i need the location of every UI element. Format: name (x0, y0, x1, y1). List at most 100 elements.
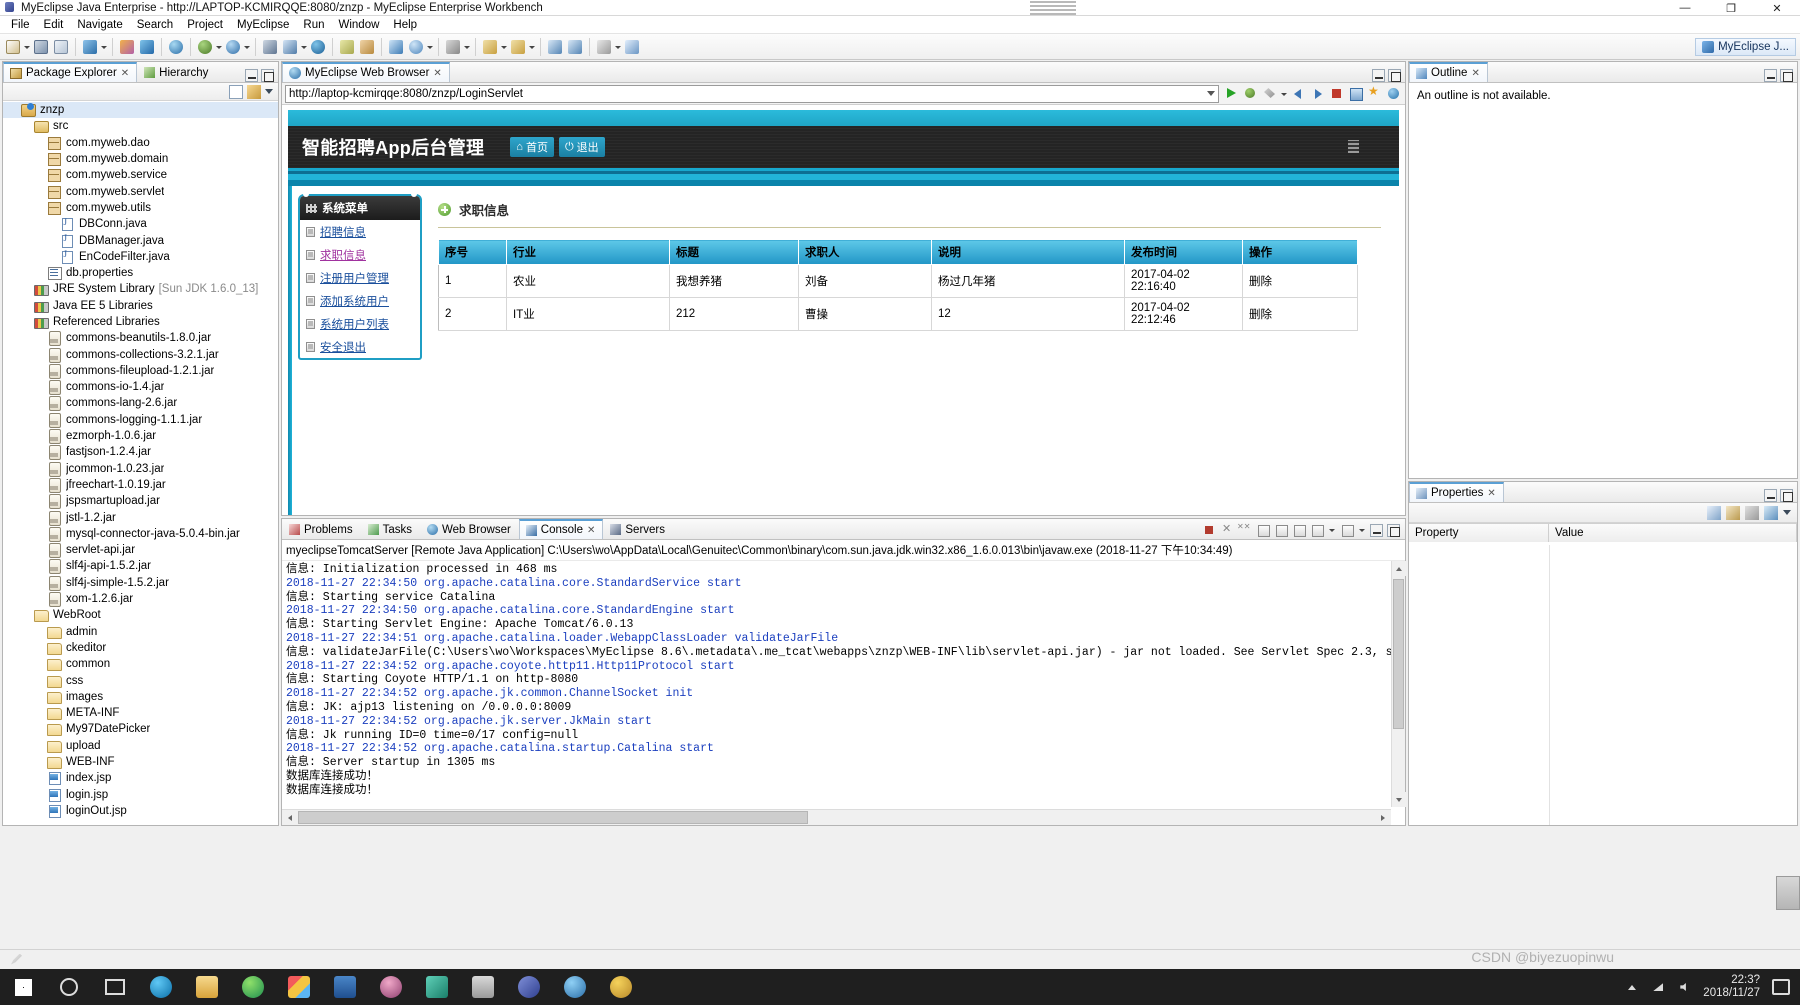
maximize-view-button[interactable] (1780, 69, 1793, 82)
new-dropdown-icon[interactable] (23, 38, 31, 56)
taskbar-app-media[interactable] (368, 969, 414, 1005)
new-wizard-icon[interactable] (81, 38, 99, 56)
back-icon[interactable] (1290, 85, 1307, 102)
sidebar-menu-link[interactable]: 添加系统用户 (320, 293, 389, 309)
tree-item[interactable]: src (3, 118, 278, 134)
snapshot-dropdown-icon[interactable] (463, 38, 471, 56)
minimize-view-button[interactable] (1764, 69, 1777, 82)
run-icon[interactable] (224, 38, 242, 56)
scroll-left-icon[interactable] (282, 810, 297, 826)
sidebar-menu-item[interactable]: 安全退出 (300, 335, 420, 358)
tree-item[interactable]: login.jsp (3, 786, 278, 802)
minimize-button[interactable]: — (1662, 0, 1708, 16)
chevron-down-icon[interactable] (1280, 85, 1288, 103)
tree-item[interactable]: xom-1.2.6.jar (3, 591, 278, 608)
tree-item[interactable]: admin (3, 624, 278, 640)
sidebar-menu-item[interactable]: 招聘信息 (300, 220, 420, 243)
taskbar-app-tool[interactable] (414, 969, 460, 1005)
cortana-search-button[interactable] (46, 969, 92, 1005)
tree-item[interactable]: index.jsp (3, 770, 278, 786)
close-icon[interactable]: ✕ (121, 68, 129, 79)
forward-nav-dropdown-icon[interactable] (528, 38, 536, 56)
tab-console[interactable]: Console ✕ (518, 519, 604, 539)
sidebar-menu-link[interactable]: 招聘信息 (320, 224, 366, 240)
prev-edit-icon[interactable] (546, 38, 564, 56)
tree-item[interactable]: com.myweb.utils (3, 200, 278, 216)
task-view-button[interactable] (92, 969, 138, 1005)
tree-item[interactable]: znzp (3, 102, 278, 119)
scroll-down-icon[interactable] (1392, 792, 1406, 807)
bookmark-icon[interactable] (1366, 84, 1383, 102)
sidebar-menu-link[interactable]: 求职信息 (320, 247, 366, 263)
tree-item[interactable]: com.myweb.dao (3, 135, 278, 151)
tab-myeclipse-web-browser[interactable]: MyEclipse Web Browser ✕ (282, 62, 450, 82)
tree-item[interactable]: Referenced Libraries (3, 314, 278, 330)
start-button[interactable] (0, 969, 46, 1005)
tree-item[interactable]: upload (3, 738, 278, 754)
table-cell-action[interactable]: 删除 (1242, 264, 1358, 298)
settings-icon[interactable] (1385, 85, 1402, 102)
menu-window[interactable]: Window (332, 18, 387, 32)
chevron-down-icon[interactable] (1358, 521, 1366, 539)
console-horizontal-scrollbar[interactable] (282, 809, 1391, 825)
new-icon[interactable] (4, 38, 22, 56)
table-cell-action[interactable]: 删除 (1242, 297, 1358, 331)
taskbar-app-word[interactable] (322, 969, 368, 1005)
show-categories-icon[interactable] (1707, 505, 1721, 520)
taskbar-app-eclipse[interactable] (506, 969, 552, 1005)
notifications-icon[interactable] (1772, 979, 1790, 995)
forward-icon[interactable] (1309, 85, 1326, 102)
perspective-switch-button[interactable]: MyEclipse J... (1695, 37, 1796, 56)
tree-item[interactable]: jfreechart-1.0.19.jar (3, 477, 278, 493)
sidebar-menu-item[interactable]: 添加系统用户 (300, 289, 420, 312)
hamburger-icon[interactable] (1348, 140, 1359, 153)
view-menu-icon[interactable] (265, 89, 273, 94)
menu-help[interactable]: Help (386, 18, 424, 32)
next-annotation-icon[interactable] (338, 38, 356, 56)
save-icon[interactable] (32, 38, 50, 56)
snapshot-icon[interactable] (444, 38, 462, 56)
next-edit-icon[interactable] (566, 38, 584, 56)
tree-item[interactable]: JRE System Library [Sun JDK 1.6.0_13] (3, 281, 278, 297)
debug-icon[interactable] (196, 38, 214, 56)
close-button[interactable]: ✕ (1754, 0, 1800, 16)
misc-icon[interactable] (623, 38, 641, 56)
new-wizard-dropdown-icon[interactable] (100, 38, 108, 56)
display-selected-console-icon[interactable] (1310, 523, 1324, 537)
tree-item[interactable]: commons-collections-3.2.1.jar (3, 346, 278, 363)
menu-edit[interactable]: Edit (37, 18, 71, 32)
tree-item[interactable]: jspsmartupload.jar (3, 493, 278, 510)
terminate-icon[interactable] (1202, 523, 1216, 537)
undeploy-icon[interactable] (138, 38, 156, 56)
tree-item[interactable]: META-INF (3, 705, 278, 721)
tab-tasks[interactable]: Tasks (361, 519, 420, 539)
close-icon[interactable]: ✕ (587, 525, 595, 536)
chevron-down-icon[interactable] (1328, 521, 1336, 539)
clock[interactable]: 22:3? 2018/11/27 (1703, 974, 1760, 1000)
tree-item[interactable]: loginOut.jsp (3, 803, 278, 819)
taskbar-app-store[interactable] (276, 969, 322, 1005)
tree-item[interactable]: Java EE 5 Libraries (3, 298, 278, 314)
minimize-view-button[interactable] (1370, 523, 1383, 537)
tree-item[interactable]: db.properties (3, 265, 278, 281)
web-dropdown-icon[interactable] (426, 38, 434, 56)
package-explorer-tree[interactable]: znzp src com.myweb.dao com.myweb.domain com.… (3, 102, 278, 825)
minimize-editor-button[interactable] (1372, 69, 1385, 82)
taskbar-app-edge[interactable] (138, 969, 184, 1005)
forward-nav-icon[interactable] (509, 38, 527, 56)
sidebar-menu-item[interactable]: 注册用户管理 (300, 266, 420, 289)
menu-search[interactable]: Search (130, 18, 180, 32)
home-button[interactable]: ⌂ 首页 (510, 137, 554, 157)
floating-side-widget[interactable] (1776, 876, 1800, 910)
taskbar-app-chrome[interactable] (552, 969, 598, 1005)
column-header-property[interactable]: Property (1409, 524, 1549, 542)
run-dropdown-icon[interactable] (243, 38, 251, 56)
volume-icon[interactable] (1677, 980, 1691, 994)
menu-project[interactable]: Project (180, 18, 230, 32)
keyboard-icon[interactable] (1599, 980, 1613, 994)
stop-icon[interactable] (1328, 85, 1345, 102)
menu-navigate[interactable]: Navigate (70, 18, 129, 32)
prev-annotation-icon[interactable] (358, 38, 376, 56)
tree-item[interactable]: WebRoot (3, 607, 278, 623)
back-nav-icon[interactable] (481, 38, 499, 56)
